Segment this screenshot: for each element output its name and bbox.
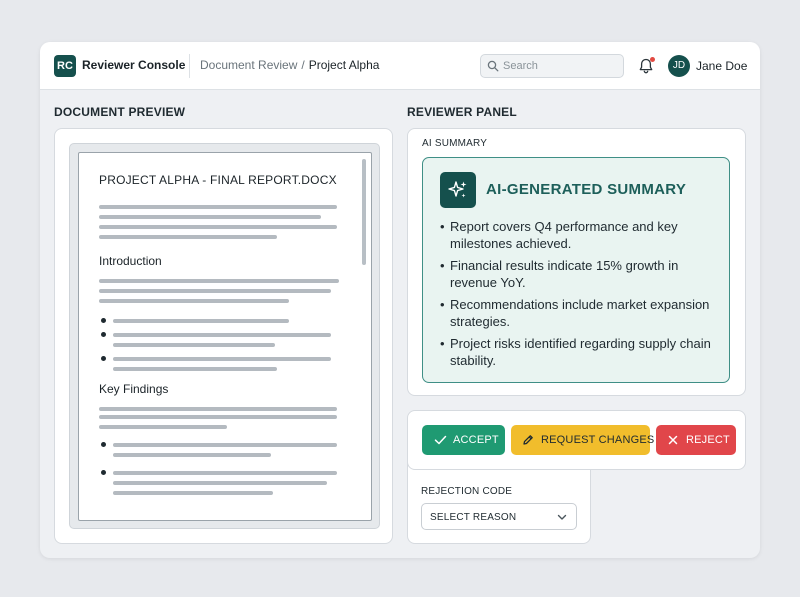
ai-summary-heading: AI-GENERATED SUMMARY: [486, 181, 687, 198]
text-line: [99, 407, 337, 411]
request-changes-label: REQUEST CHANGES: [541, 434, 655, 446]
bullet: [101, 442, 106, 447]
reject-button[interactable]: REJECT: [656, 425, 736, 455]
ai-summary-card: AI SUMMARY AI-GENERATED SUMMARY Report c…: [407, 128, 746, 396]
header-divider: [189, 54, 190, 78]
summary-points: Report covers Q4 performance and key mil…: [440, 218, 720, 374]
check-icon: [434, 435, 447, 445]
document-preview-title: DOCUMENT PREVIEW: [54, 105, 186, 119]
summary-point: Recommendations include market expansion…: [440, 296, 720, 330]
request-changes-button[interactable]: REQUEST CHANGES: [511, 425, 654, 455]
reviewer-panel-title: REVIEWER PANEL: [407, 105, 517, 119]
breadcrumb: Document Review / Project Alpha: [200, 58, 379, 72]
text-line: [99, 235, 277, 239]
rejection-reason-select[interactable]: SELECT REASON: [421, 503, 577, 530]
summary-point: Project risks identified regarding suppl…: [440, 335, 720, 369]
search-icon: [487, 60, 499, 72]
document-title: PROJECT ALPHA - FINAL REPORT.DOCX: [99, 173, 337, 187]
bullet: [101, 470, 106, 475]
document-viewer[interactable]: PROJECT ALPHA - FINAL REPORT.DOCX Introd…: [69, 143, 380, 529]
bullet: [101, 356, 106, 361]
user-name[interactable]: Jane Doe: [696, 59, 747, 73]
bullet: [101, 318, 106, 323]
text-line: [99, 225, 337, 229]
heading-introduction: Introduction: [99, 254, 162, 268]
text-line: [99, 289, 331, 293]
document-preview-card: PROJECT ALPHA - FINAL REPORT.DOCX Introd…: [54, 128, 393, 544]
accept-button[interactable]: ACCEPT: [422, 425, 505, 455]
text-line: [113, 471, 337, 475]
breadcrumb-separator: /: [301, 58, 305, 72]
notifications-button[interactable]: [637, 57, 655, 75]
rejection-reason-value: SELECT REASON: [430, 512, 517, 523]
pencil-icon: [523, 435, 533, 445]
search-box[interactable]: [480, 54, 624, 78]
app-title: Reviewer Console: [82, 58, 186, 72]
text-line: [113, 357, 331, 361]
text-line: [113, 319, 289, 323]
document-page: PROJECT ALPHA - FINAL REPORT.DOCX Introd…: [78, 152, 372, 521]
text-line: [99, 415, 337, 419]
rejection-code-label: REJECTION CODE: [421, 486, 513, 497]
app-window: RC Reviewer Console Document Review / Proj…: [40, 42, 760, 558]
close-icon: [668, 435, 678, 445]
sparkle-icon-tile: [440, 172, 476, 208]
breadcrumb-project-alpha: Project Alpha: [308, 58, 380, 72]
accept-label: ACCEPT: [453, 434, 499, 446]
text-line: [113, 481, 327, 485]
reject-label: REJECT: [686, 434, 730, 446]
text-line: [113, 491, 273, 495]
text-line: [99, 299, 289, 303]
avatar[interactable]: JD: [668, 55, 690, 77]
sparkle-icon: [448, 181, 467, 198]
heading-key-findings: Key Findings: [99, 382, 169, 396]
unread-dot: [650, 57, 655, 62]
summary-point: Financial results indicate 15% growth in…: [440, 257, 720, 291]
text-line: [113, 333, 331, 337]
ai-summary-label: AI SUMMARY: [422, 138, 488, 149]
bullet: [101, 332, 106, 337]
text-line: [99, 425, 227, 429]
text-line: [113, 453, 271, 457]
top-bar: RC Reviewer Console Document Review / Proj…: [40, 42, 760, 90]
app-logo: RC: [54, 55, 76, 77]
review-actions-card: ACCEPT REQUEST CHANGES REJECT: [407, 410, 746, 470]
text-line: [99, 215, 321, 219]
text-line: [113, 343, 275, 347]
text-line: [113, 443, 337, 447]
scrollbar-thumb[interactable]: [362, 159, 366, 265]
ai-summary-box: AI-GENERATED SUMMARY Report covers Q4 pe…: [422, 157, 730, 383]
summary-point: Report covers Q4 performance and key mil…: [440, 218, 720, 252]
text-line: [99, 205, 337, 209]
chevron-down-icon: [557, 514, 567, 520]
breadcrumb-document-review[interactable]: Document Review: [200, 58, 297, 72]
search-input[interactable]: [503, 58, 619, 74]
text-line: [113, 367, 277, 371]
text-line: [99, 279, 339, 283]
